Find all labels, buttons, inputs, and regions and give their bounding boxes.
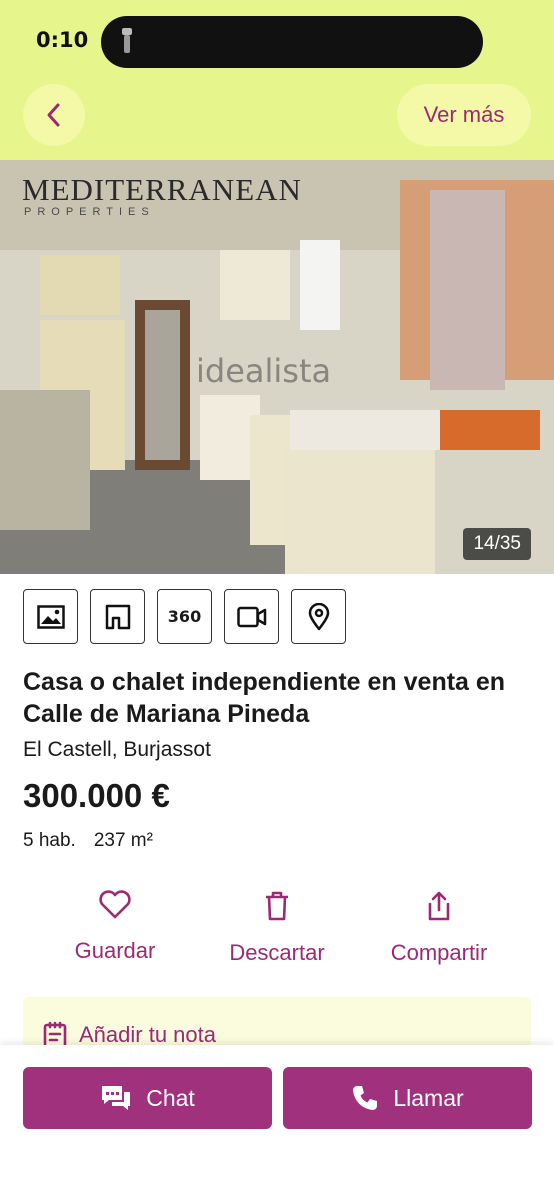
phone-icon [353,1086,378,1110]
area-size: 237 m² [93,830,153,851]
discard-label: Descartar [229,940,325,965]
share-label: Compartir [390,940,488,965]
chat-button[interactable]: Chat [23,1067,272,1129]
save-label: Guardar [74,938,156,963]
listing-price: 300.000 € [23,777,170,814]
discard-button[interactable]: Descartar [202,890,352,966]
call-button[interactable]: Llamar [283,1067,532,1129]
photo-icon [36,604,65,629]
floorplan-icon [105,604,130,629]
dynamic-island [101,16,483,68]
photo-counter: 14/35 [463,528,531,560]
floorplan-button[interactable] [90,589,145,644]
share-icon [428,891,450,921]
call-label: Llamar [393,1084,464,1111]
status-time: 0:10 [36,28,89,52]
share-button[interactable]: Compartir [364,890,514,966]
listing-photo[interactable]: MEDITERRANEAN PROPERTIES idealista 14/35 [0,160,554,574]
video-icon [236,606,266,627]
trash-icon [266,891,288,921]
listing-features: 5 hab. 237 m² [23,830,153,852]
view-360-button[interactable]: 360 [157,589,212,644]
save-button[interactable]: Guardar [40,890,190,966]
video-button[interactable] [224,589,279,644]
listing-title: Casa o chalet independiente en venta en … [23,668,506,728]
listing-location: El Castell, Burjassot [23,738,211,761]
photos-button[interactable] [23,589,78,644]
brand-subtitle: PROPERTIES [24,206,155,218]
flashlight-icon [122,28,132,53]
view-360-label: 360 [167,607,202,626]
chevron-left-icon [47,103,60,127]
brand-logo-text: MEDITERRANEAN [22,172,302,207]
chat-icon [102,1086,131,1110]
bottom-action-bar: Chat Llamar [0,1045,554,1200]
chat-label: Chat [146,1084,195,1111]
media-buttons: 360 [23,589,346,644]
rooms-count: 5 hab. [23,830,76,851]
listing-actions: Guardar Descartar Compartir [0,890,554,966]
map-button[interactable] [291,589,346,644]
back-button[interactable] [23,84,85,146]
see-more-button[interactable]: Ver más [397,84,531,146]
watermark: idealista [196,352,332,390]
heart-icon [99,890,131,919]
top-header: 0:10 Ver más [0,0,554,160]
map-pin-icon [308,602,329,630]
